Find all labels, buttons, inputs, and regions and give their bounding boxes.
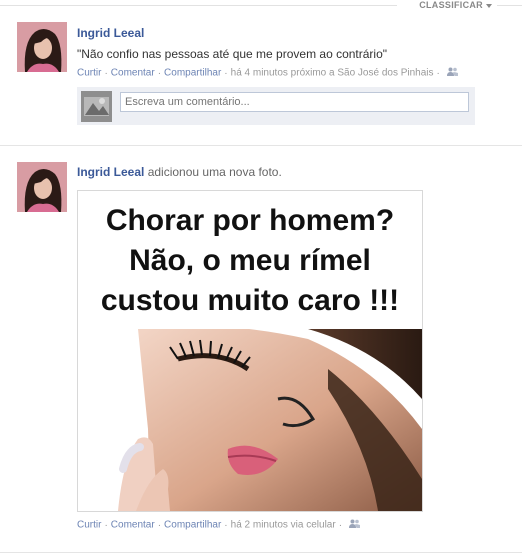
like-link[interactable]: Curtir bbox=[77, 520, 101, 531]
author-name[interactable]: Ingrid Leeal bbox=[77, 26, 144, 40]
status-message: "Não confio nas pessoas até que me prove… bbox=[77, 47, 388, 61]
photo-caption: Chorar por homem? Não, o meu rímel custo… bbox=[78, 201, 422, 321]
sort-button[interactable]: CLASSIFICAR bbox=[419, 0, 492, 10]
story-action-text: adicionou uma nova foto. bbox=[147, 165, 282, 179]
photo-caption-line: Chorar por homem? bbox=[105, 204, 395, 237]
sort-label: CLASSIFICAR bbox=[419, 0, 483, 10]
story-timestamp[interactable]: há 2 minutos via celular bbox=[231, 520, 336, 531]
photo-caption-line: Não, o meu rímel bbox=[129, 244, 371, 277]
story-timestamp[interactable]: há 4 minutos próximo a São José dos Pinh… bbox=[231, 68, 434, 79]
story-divider bbox=[0, 145, 522, 146]
story-photo[interactable]: Chorar por homem? Não, o meu rímel custo… bbox=[77, 190, 423, 512]
comment-link[interactable]: Comentar bbox=[111, 520, 155, 531]
comment-composer bbox=[77, 87, 475, 125]
share-link[interactable]: Compartilhar bbox=[164, 68, 221, 79]
share-link[interactable]: Compartilhar bbox=[164, 520, 221, 531]
avatar[interactable] bbox=[17, 162, 67, 212]
photo-image bbox=[78, 325, 422, 511]
commenter-avatar bbox=[81, 91, 112, 122]
story-divider bbox=[0, 552, 522, 553]
story-meta: Curtir · Comentar · Compartilhar · há 2 minuto… bbox=[77, 519, 361, 531]
friends-icon[interactable] bbox=[349, 519, 361, 531]
comment-link[interactable]: Comentar bbox=[111, 68, 155, 79]
avatar[interactable] bbox=[17, 22, 67, 72]
photo-caption-line: custou muito caro !!! bbox=[100, 284, 400, 317]
like-link[interactable]: Curtir bbox=[77, 68, 101, 79]
author-name[interactable]: Ingrid Leeal bbox=[77, 165, 144, 179]
story-meta: Curtir · Comentar · Compartilhar · há 4 minuto… bbox=[77, 67, 458, 79]
friends-icon[interactable] bbox=[446, 67, 458, 79]
chevron-down-icon bbox=[486, 3, 492, 8]
comment-input[interactable] bbox=[120, 92, 469, 112]
